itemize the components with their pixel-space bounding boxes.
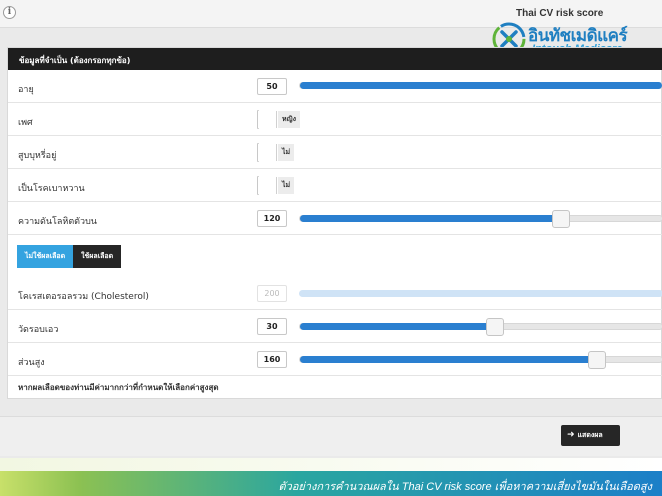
- age-input[interactable]: 50: [257, 78, 287, 95]
- age-slider-fill: [300, 82, 662, 89]
- cholesterol-row: โคเรสเตอรอลรวม (Cholesterol) 200: [8, 277, 662, 310]
- systolic-bp-slider-handle[interactable]: [551, 210, 570, 228]
- height-slider-fill: [300, 356, 597, 363]
- height-row: ส่วนสูง 160: [8, 343, 662, 376]
- sex-toggle-knob: [258, 111, 277, 128]
- smoking-row: สูบบุหรี่อยู่ ไม่: [8, 136, 662, 169]
- arrow-right-icon: ➜: [567, 430, 575, 440]
- sex-row: เพศ หญิง: [8, 103, 662, 136]
- sex-toggle-value: หญิง: [278, 111, 300, 128]
- smoking-toggle-value: ไม่: [278, 144, 295, 161]
- show-result-label: แสดงผล: [577, 431, 603, 439]
- smoking-toggle[interactable]: ไม่: [257, 143, 295, 162]
- waist-input[interactable]: 30: [257, 318, 287, 335]
- lab-max-note: หากผลเลือดของท่านมีค่ามากกว่าที่กำหนดให้…: [18, 383, 219, 392]
- systolic-bp-input[interactable]: 120: [257, 210, 287, 227]
- diabetes-label: เป็นโรคเบาหวาน: [18, 184, 85, 194]
- smoking-label: สูบบุหรี่อยู่: [18, 151, 57, 161]
- app-title: Thai CV risk score: [516, 8, 604, 19]
- age-label: อายุ: [18, 85, 34, 95]
- systolic-bp-slider-fill: [300, 215, 561, 222]
- no-lab-button[interactable]: ไม่ใช้ผลเลือด: [17, 245, 74, 268]
- waist-label: วัดรอบเอว: [18, 325, 59, 335]
- diabetes-row: เป็นโรคเบาหวาน ไม่: [8, 169, 662, 202]
- diabetes-toggle[interactable]: ไม่: [257, 176, 295, 195]
- systolic-bp-label: ความดันโลหิตตัวบน: [18, 217, 97, 227]
- age-slider[interactable]: [299, 82, 662, 89]
- waist-slider-handle[interactable]: [486, 318, 505, 336]
- diabetes-toggle-knob: [258, 177, 277, 194]
- age-row: อายุ 50: [8, 70, 662, 103]
- cholesterol-input[interactable]: 200: [257, 285, 287, 302]
- waist-row: วัดรอบเอว 30: [8, 310, 662, 343]
- height-slider-handle[interactable]: [587, 351, 606, 369]
- waist-slider-fill: [300, 323, 496, 330]
- systolic-bp-slider[interactable]: [299, 210, 662, 228]
- cholesterol-slider[interactable]: [299, 290, 662, 297]
- lab-result-switch: ไม่ใช้ผลเลือด ใช้ผลเลือด: [17, 245, 122, 268]
- systolic-bp-row: ความดันโลหิตตัวบน 120: [8, 202, 662, 235]
- required-info-panel: ข้อมูลที่จำเป็น (ต้องกรอกทุกข้อ) อายุ 50…: [7, 47, 662, 399]
- diabetes-toggle-value: ไม่: [278, 177, 295, 194]
- waist-slider[interactable]: [299, 318, 662, 336]
- caption-banner: ตัวอย่างการคำนวณผลใน Thai CV risk score …: [0, 471, 662, 496]
- sex-label: เพศ: [18, 118, 33, 128]
- use-lab-button[interactable]: ใช้ผลเลือด: [73, 245, 122, 268]
- info-icon[interactable]: i: [3, 6, 16, 19]
- height-label: ส่วนสูง: [18, 358, 45, 368]
- height-input[interactable]: 160: [257, 351, 287, 368]
- height-slider[interactable]: [299, 351, 662, 369]
- show-result-button[interactable]: ➜ แสดงผล: [561, 425, 620, 446]
- sex-toggle[interactable]: หญิง: [257, 110, 300, 129]
- smoking-toggle-knob: [258, 144, 277, 161]
- caption-strip: [0, 458, 662, 471]
- panel-title: ข้อมูลที่จำเป็น (ต้องกรอกทุกข้อ): [8, 48, 662, 70]
- cholesterol-label: โคเรสเตอรอลรวม (Cholesterol): [18, 292, 149, 302]
